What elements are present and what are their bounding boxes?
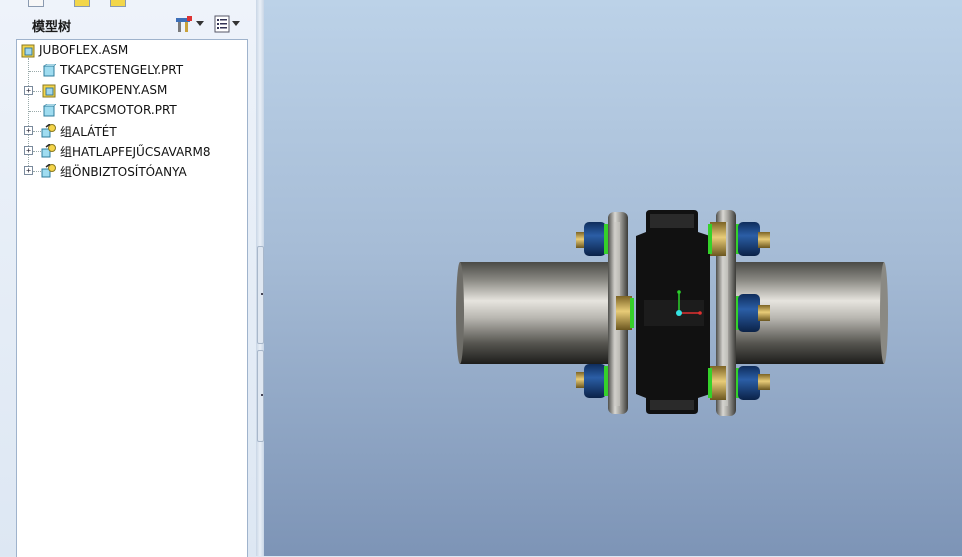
tree-item[interactable]: + 组ÖNBIZTOSÍTÓANYA xyxy=(17,162,245,180)
settings-button[interactable] xyxy=(174,13,204,35)
tab-model-tree[interactable] xyxy=(28,0,44,7)
tree-item[interactable]: + GUMIKOPENY.ASM xyxy=(17,82,245,100)
tree-connector xyxy=(29,71,41,72)
chevron-down-icon xyxy=(232,21,240,26)
tree-item[interactable]: + 组HATLAPFEJŰCSAVARM8 xyxy=(17,142,245,160)
tree-item-label: 组HATLAPFEJŰCSAVARM8 xyxy=(60,145,211,159)
expand-icon[interactable]: + xyxy=(24,166,33,175)
part-icon xyxy=(43,104,56,117)
tree-connector xyxy=(33,131,41,132)
tab-folder-browser[interactable] xyxy=(74,0,90,7)
part-icon xyxy=(43,64,56,77)
panel-title: 模型树 xyxy=(32,20,72,35)
tree-item-label: GUMIKOPENY.ASM xyxy=(60,83,168,97)
tree-item-label: JUBOFLEX.ASM xyxy=(39,43,129,57)
graphics-viewport[interactable] xyxy=(264,0,962,556)
expand-icon[interactable]: + xyxy=(24,146,33,155)
tree-item-label: TKAPCSMOTOR.PRT xyxy=(60,103,177,117)
navigator-tabs xyxy=(0,0,256,8)
tab-favorites[interactable] xyxy=(110,0,126,7)
tree-connector xyxy=(33,151,41,152)
assembly-icon xyxy=(42,84,56,98)
tree-item-label: TKAPCSTENGELY.PRT xyxy=(60,63,184,77)
tree-connector xyxy=(33,91,41,92)
list-icon xyxy=(214,15,230,33)
left-shaft[interactable] xyxy=(456,262,610,364)
tree-item-root[interactable]: JUBOFLEX.ASM xyxy=(17,42,245,60)
tree-item[interactable]: TKAPCSTENGELY.PRT xyxy=(17,62,245,80)
coupling-model[interactable] xyxy=(264,0,962,556)
panel-header: 模型树 xyxy=(0,8,256,38)
splitter-grip[interactable] xyxy=(257,246,264,344)
tree-item-label: 组ÖNBIZTOSÍTÓANYA xyxy=(60,165,187,179)
assembly-icon xyxy=(21,44,35,58)
chevron-down-icon xyxy=(196,21,204,26)
tools-icon xyxy=(176,16,192,32)
tree-item-label: 组ALÁTÉT xyxy=(60,125,117,139)
group-icon xyxy=(41,124,56,138)
tree-connector xyxy=(29,111,41,112)
group-icon xyxy=(41,144,56,158)
expand-icon[interactable]: + xyxy=(24,86,33,95)
expand-icon[interactable]: + xyxy=(24,126,33,135)
show-button[interactable] xyxy=(214,13,240,35)
splitter-grip[interactable] xyxy=(257,350,264,442)
model-tree: JUBOFLEX.ASM TKAPCSTENGELY.PRT + GUMIKOP… xyxy=(16,39,248,557)
panel-splitter[interactable] xyxy=(256,0,264,556)
navigator-panel: 模型树 JUBOFLEX.ASM TKAPCSTENGELY.PRT + GUM… xyxy=(0,0,257,557)
tree-connector xyxy=(33,171,41,172)
tree-item[interactable]: TKAPCSMOTOR.PRT xyxy=(17,102,245,120)
group-icon xyxy=(41,164,56,178)
tree-item[interactable]: + 组ALÁTÉT xyxy=(17,122,245,140)
